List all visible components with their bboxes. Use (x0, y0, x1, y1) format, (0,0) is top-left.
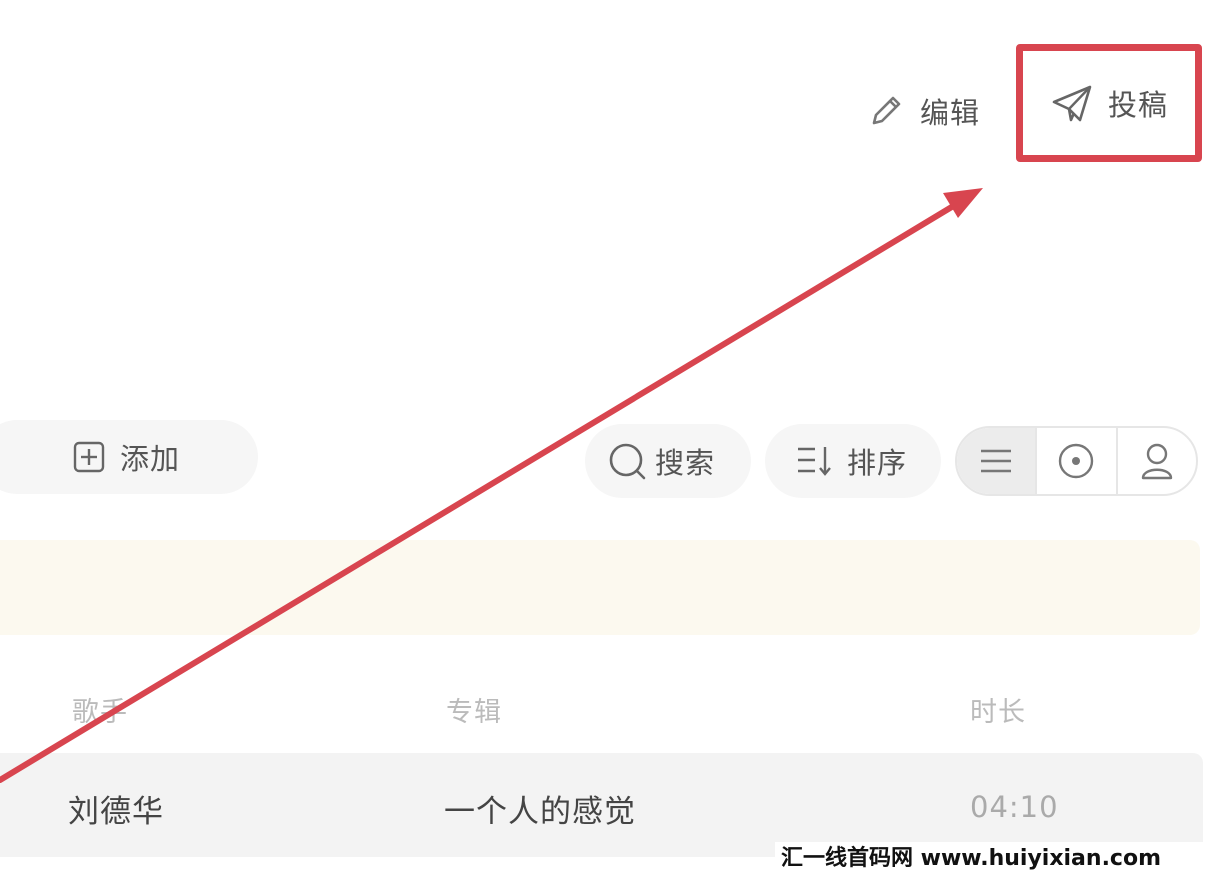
search-button[interactable]: 搜索 (585, 424, 751, 498)
search-label: 搜索 (655, 446, 716, 480)
list-icon (979, 447, 1013, 475)
sort-icon (795, 443, 833, 479)
column-header-artist: 歌手 (72, 697, 128, 728)
song-artist[interactable]: 刘德华 (68, 786, 164, 831)
submit-button[interactable]: 投稿 (1016, 44, 1202, 162)
add-label: 添加 (120, 442, 181, 476)
view-mode-album[interactable] (1035, 428, 1115, 494)
plus-square-icon (72, 440, 106, 474)
sort-button[interactable]: 排序 (765, 424, 941, 498)
edit-label: 编辑 (920, 96, 981, 130)
page: 编辑 投稿 添加 搜索 排序 歌手 专辑 时长 刘德华 一个人的感觉 04:10… (0, 0, 1223, 875)
search-icon (607, 441, 647, 481)
edit-button[interactable]: 编辑 (866, 86, 980, 136)
person-icon (1139, 441, 1175, 481)
submit-label: 投稿 (1107, 88, 1168, 122)
view-mode-toggle (955, 426, 1198, 496)
sort-label: 排序 (847, 446, 908, 480)
song-duration: 04:10 (970, 790, 1059, 824)
column-header-duration: 时长 (970, 697, 1026, 728)
view-mode-artist[interactable] (1115, 428, 1196, 494)
disc-icon (1057, 442, 1095, 480)
watermark-text: 汇一线首码网 www.huiyixian.com (775, 842, 1220, 875)
song-album[interactable]: 一个人的感觉 (444, 786, 636, 831)
column-header-album: 专辑 (446, 697, 502, 728)
view-mode-list[interactable] (957, 428, 1036, 494)
add-button[interactable]: 添加 (0, 420, 258, 494)
pencil-icon (866, 91, 906, 131)
paper-plane-icon (1050, 82, 1094, 124)
notice-banner (0, 540, 1200, 635)
